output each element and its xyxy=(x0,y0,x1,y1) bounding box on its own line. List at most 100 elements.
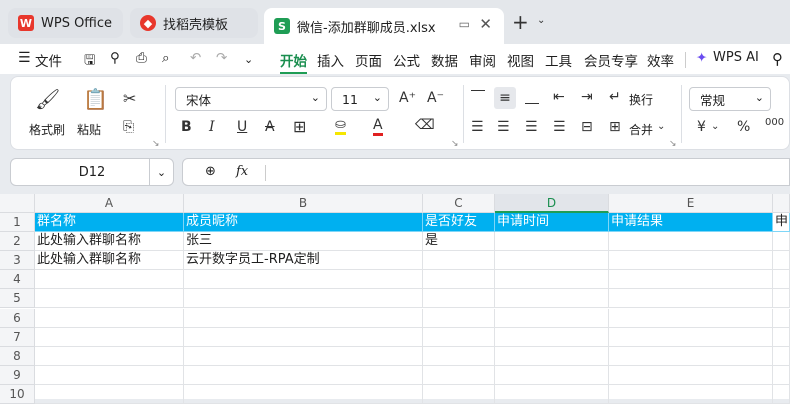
column-header-c[interactable]: C xyxy=(423,194,495,213)
font-color-button[interactable]: A xyxy=(373,117,383,136)
merge-cells-button[interactable]: 合并 xyxy=(629,121,653,138)
search-icon[interactable]: ⚲ xyxy=(772,50,783,68)
grid-cell[interactable] xyxy=(495,251,609,271)
menu-efficiency[interactable]: 效率 xyxy=(647,50,674,70)
grid-cell[interactable]: 此处输入群聊名称 xyxy=(35,251,184,271)
clear-format-icon[interactable]: ⌫ xyxy=(415,117,435,133)
menu-data[interactable]: 数据 xyxy=(431,50,458,70)
menu-wps-ai[interactable]: WPS AI xyxy=(713,50,759,65)
grid-cell[interactable] xyxy=(423,346,495,366)
share-icon[interactable]: ⚲ xyxy=(110,50,120,66)
grid-cell[interactable] xyxy=(35,308,184,328)
grid-cell[interactable] xyxy=(609,251,773,271)
grid-cell[interactable] xyxy=(773,289,790,309)
grid-cell[interactable] xyxy=(423,308,495,328)
row-header[interactable]: 2 xyxy=(0,232,35,252)
paste-button[interactable]: 粘贴 xyxy=(77,121,101,138)
grid-cell[interactable] xyxy=(35,384,184,404)
menu-insert[interactable]: 插入 xyxy=(317,50,344,70)
grid-cell[interactable] xyxy=(495,384,609,404)
grid-cell[interactable] xyxy=(609,346,773,366)
increase-font-icon[interactable]: A⁺ xyxy=(399,90,416,106)
grid-cell[interactable] xyxy=(609,384,773,404)
quick-access-more-icon[interactable]: ⌄ xyxy=(244,53,253,66)
chevron-down-icon[interactable]: ⌄ xyxy=(657,121,665,132)
align-right-icon[interactable]: ☰ xyxy=(525,119,538,135)
grid-cell[interactable] xyxy=(609,308,773,328)
align-middle-icon[interactable]: ≡ xyxy=(494,87,516,109)
menu-page[interactable]: 页面 xyxy=(355,50,382,70)
menu-tools[interactable]: 工具 xyxy=(545,50,572,70)
indent-decrease-icon[interactable]: ⇤ xyxy=(553,89,565,105)
row-header[interactable]: 3 xyxy=(0,251,35,271)
grid-cell[interactable] xyxy=(495,346,609,366)
grid-cell[interactable] xyxy=(609,365,773,385)
chevron-down-icon[interactable]: ⌄ xyxy=(537,15,545,26)
grid-cell[interactable] xyxy=(184,327,423,347)
grid-cell[interactable] xyxy=(495,327,609,347)
grid-cell[interactable] xyxy=(495,289,609,309)
grid-cell[interactable] xyxy=(495,270,609,290)
grid-cell[interactable] xyxy=(773,327,790,347)
border-icon[interactable]: ⊞ xyxy=(293,117,306,136)
grid-cell[interactable] xyxy=(609,289,773,309)
tab-workbook[interactable]: S 微信-添加群聊成员.xlsx ▭ ✕ xyxy=(264,8,504,44)
grid-cell[interactable]: 云开数字员工-RPA定制 xyxy=(184,251,423,271)
header-cell[interactable]: 申请结果 xyxy=(609,213,773,232)
format-painter-button[interactable]: 格式刷 xyxy=(29,121,65,138)
font-size-select[interactable]: 11 ⌄ xyxy=(331,87,389,111)
chevron-down-icon[interactable]: ⌄ xyxy=(149,159,173,185)
currency-button[interactable]: ¥ xyxy=(697,119,706,135)
header-cell[interactable]: 申 xyxy=(773,213,790,232)
grid-cell[interactable] xyxy=(609,232,773,252)
grid-cell[interactable] xyxy=(773,270,790,290)
grid-cell[interactable]: 此处输入群聊名称 xyxy=(35,232,184,252)
column-header-e[interactable]: E xyxy=(609,194,773,213)
grid-cell[interactable] xyxy=(184,308,423,328)
font-name-select[interactable]: 宋体 ⌄ xyxy=(175,87,327,111)
menu-member[interactable]: 会员专享 xyxy=(584,50,638,70)
header-cell[interactable]: 群名称 xyxy=(35,213,184,232)
column-header-d[interactable]: D xyxy=(495,194,609,213)
chevron-down-icon[interactable]: ⌄ xyxy=(711,121,719,132)
italic-button[interactable]: I xyxy=(209,119,215,135)
save-icon[interactable]: 🖫 xyxy=(84,50,96,73)
grid-cell[interactable] xyxy=(609,327,773,347)
grid-cell[interactable] xyxy=(35,365,184,385)
print-preview-icon[interactable]: ⌕ xyxy=(162,50,170,66)
grid-cell[interactable] xyxy=(609,270,773,290)
grid-cell[interactable] xyxy=(35,327,184,347)
column-header-f[interactable] xyxy=(773,194,790,213)
grid-cell[interactable] xyxy=(423,365,495,385)
align-left-icon[interactable]: ☰ xyxy=(471,119,484,135)
paste-icon[interactable]: 📋 xyxy=(83,87,108,111)
grid-cell[interactable] xyxy=(423,251,495,271)
grid-cell[interactable] xyxy=(184,384,423,404)
indent-increase-icon[interactable]: ⇥ xyxy=(581,89,593,105)
menu-home[interactable]: 开始 xyxy=(280,50,307,74)
format-painter-icon[interactable]: 🖌 xyxy=(35,87,60,111)
header-cell[interactable]: 申请时间 xyxy=(495,213,609,232)
grid-cell[interactable] xyxy=(773,384,790,404)
menu-view[interactable]: 视图 xyxy=(507,50,534,70)
thousands-separator-button[interactable]: 000 xyxy=(765,117,784,128)
column-header-b[interactable]: B xyxy=(184,194,423,213)
grid-cell[interactable] xyxy=(184,289,423,309)
grid-cell[interactable] xyxy=(423,384,495,404)
hamburger-icon[interactable]: ☰ xyxy=(18,50,31,66)
grid-cell[interactable] xyxy=(495,365,609,385)
percent-button[interactable]: % xyxy=(737,119,750,135)
tab-wps-office[interactable]: W WPS Office xyxy=(8,8,123,38)
bold-button[interactable]: B xyxy=(181,119,192,135)
justify-icon[interactable]: ☰ xyxy=(553,119,566,135)
grid-cell[interactable]: 是 xyxy=(423,232,495,252)
grid-cell[interactable]: 张三 xyxy=(184,232,423,252)
grid-cell[interactable] xyxy=(423,270,495,290)
row-header[interactable]: 4 xyxy=(0,270,35,290)
fill-color-icon[interactable]: ⛀ xyxy=(335,117,346,135)
grid-cell[interactable] xyxy=(773,308,790,328)
row-header[interactable]: 8 xyxy=(0,346,35,366)
row-header[interactable]: 9 xyxy=(0,365,35,385)
cut-icon[interactable]: ✂ xyxy=(123,89,136,108)
grid-cell[interactable] xyxy=(423,327,495,347)
